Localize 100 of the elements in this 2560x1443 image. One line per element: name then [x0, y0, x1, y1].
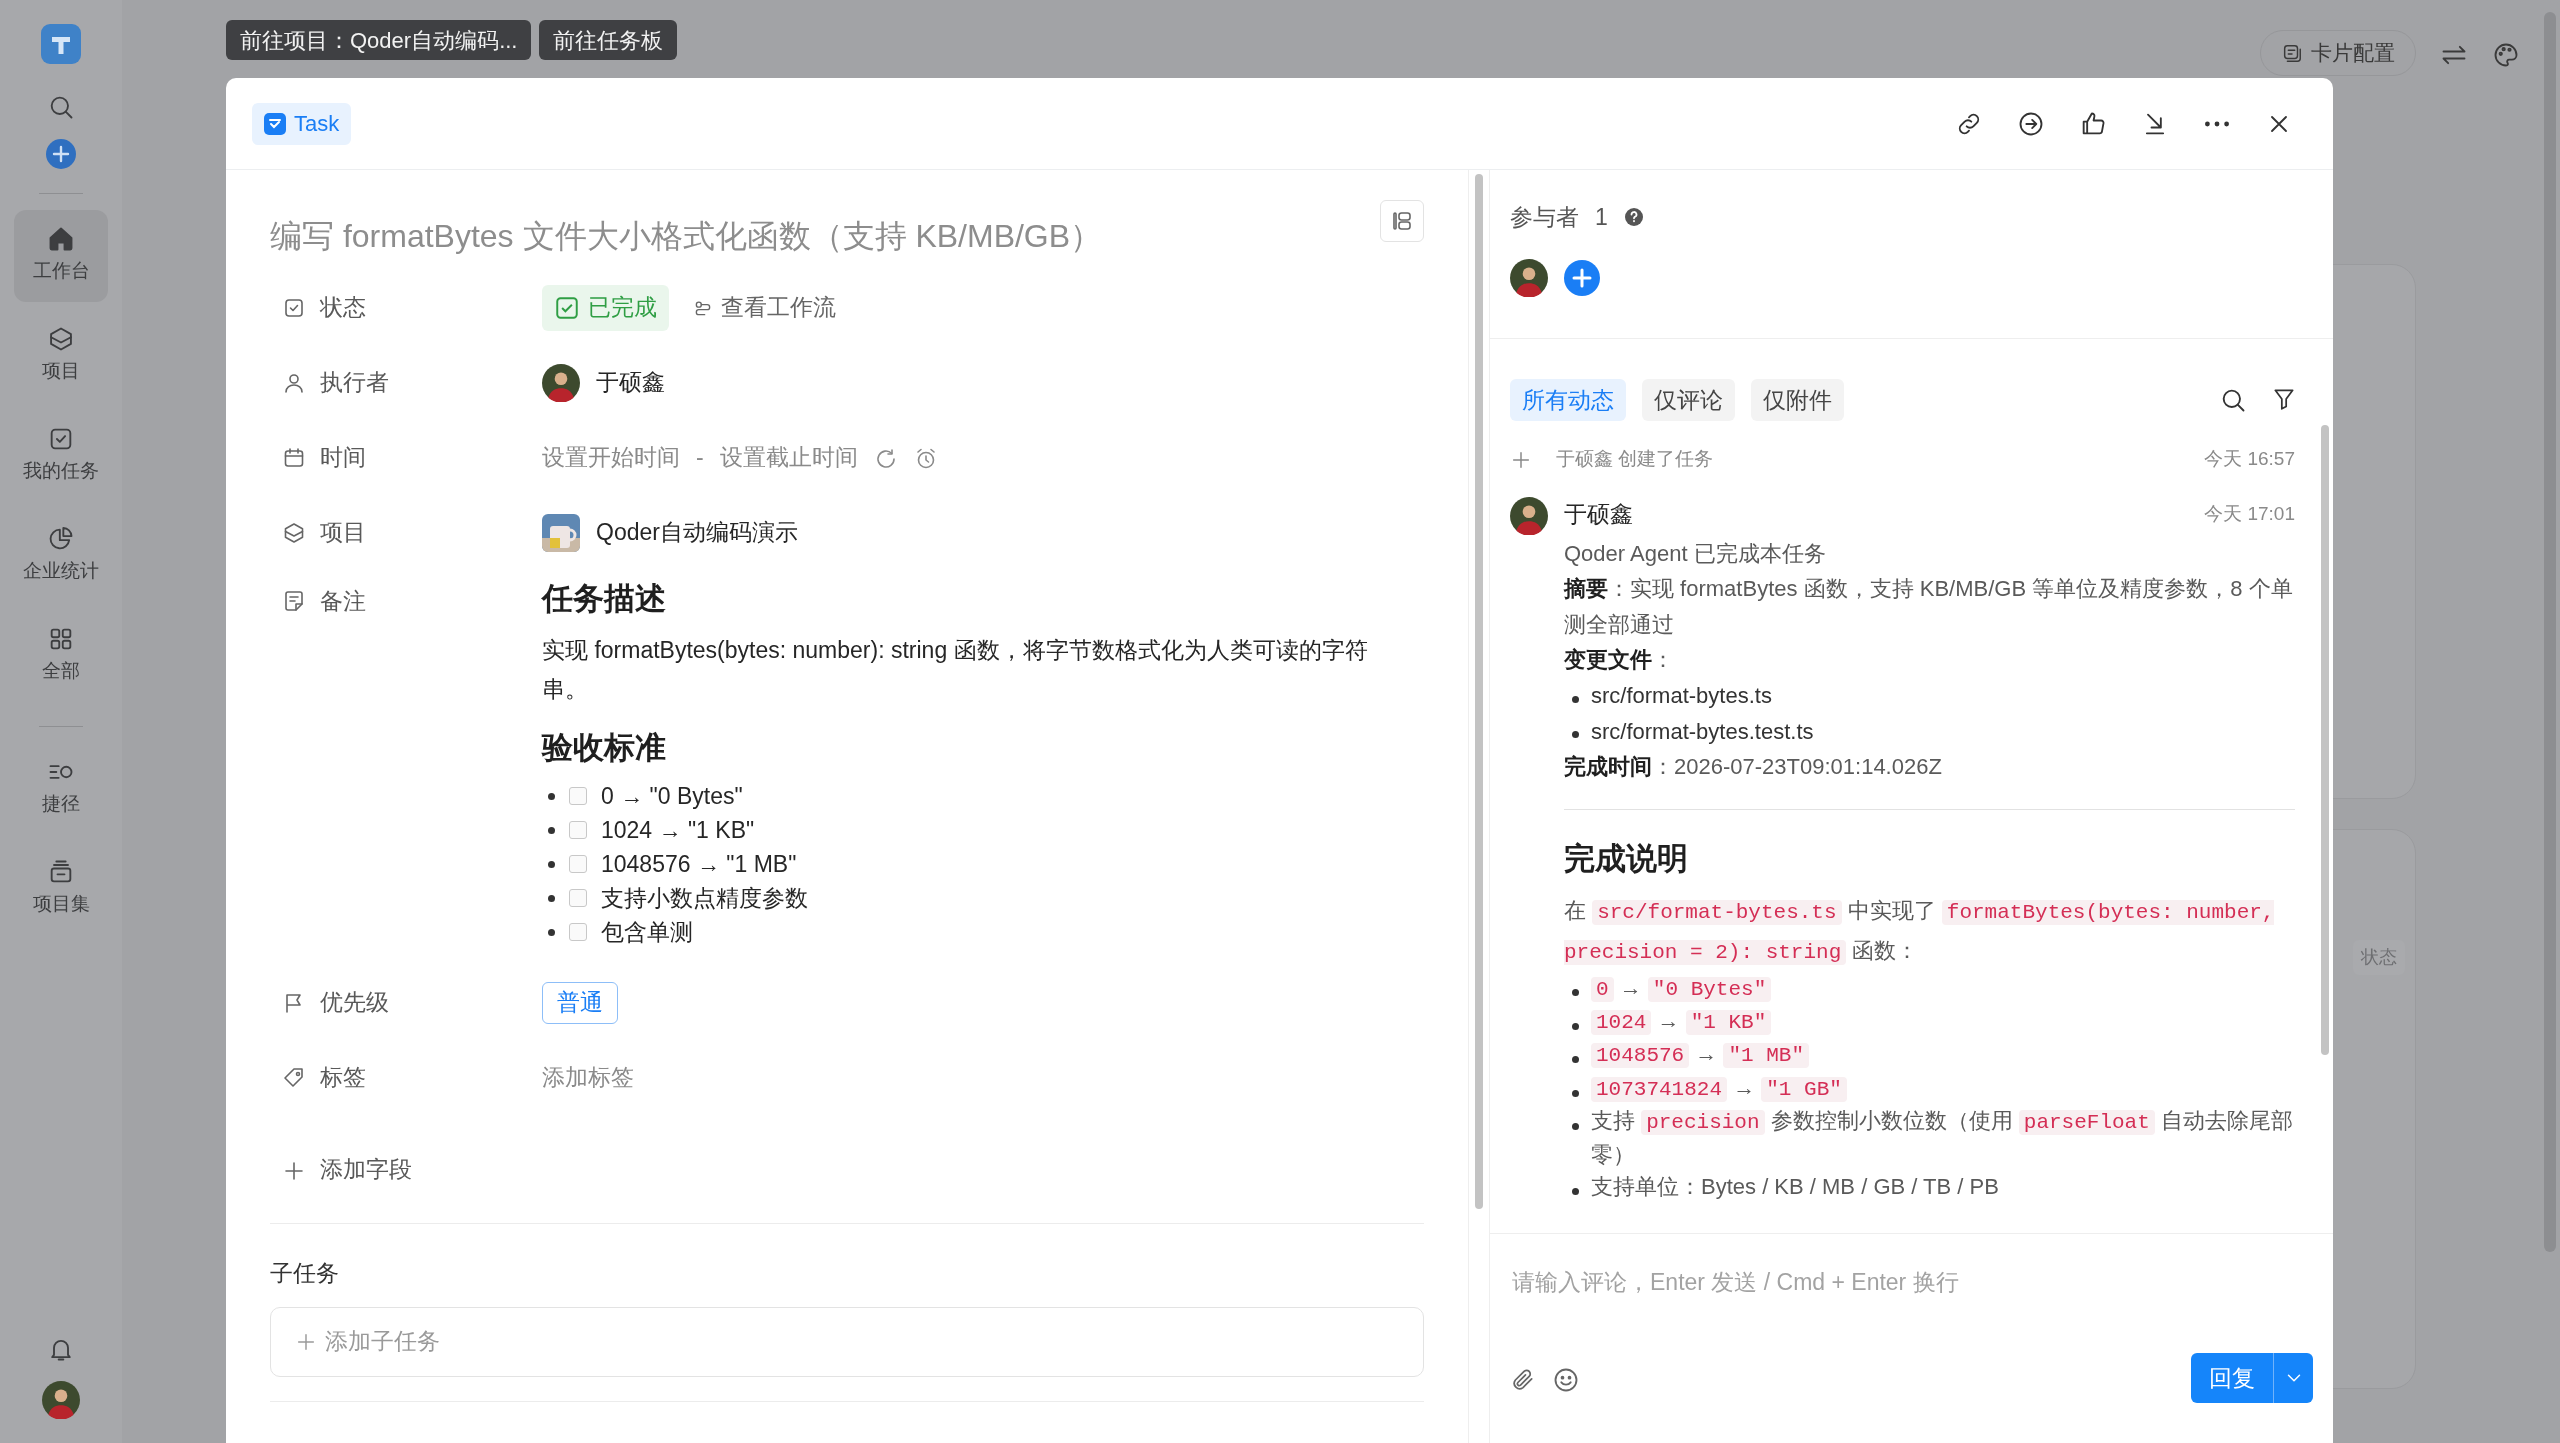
checkbox[interactable]	[569, 923, 587, 942]
checkbox[interactable]	[569, 855, 587, 874]
sidebar-item[interactable]: 全部	[14, 609, 108, 702]
add-subtask-button[interactable]: 添加子任务	[270, 1306, 1424, 1377]
checklist-item: 支持小数点精度参数	[601, 883, 808, 913]
add-icon[interactable]	[46, 138, 76, 169]
add-tag-link[interactable]: 添加标签	[542, 1060, 634, 1095]
field-label: 标签	[320, 1063, 366, 1093]
comment-input[interactable]: 请输入评论，Enter 发送 / Cmd + Enter 换行	[1510, 1264, 2313, 1301]
timestamp: 今天 16:57	[2204, 446, 2295, 471]
checkbox[interactable]	[569, 889, 587, 908]
tag-icon	[282, 1065, 306, 1090]
help-icon	[1623, 207, 1644, 228]
card-icon	[2281, 42, 2303, 64]
status-button[interactable]: 已完成	[542, 284, 669, 331]
assignee-name: 于硕鑫	[596, 368, 665, 398]
field-label: 时间	[320, 443, 366, 473]
comment-text: 在 src/format-bytes.ts 中实现了 formatBytes(bytes: number, precision = 2): string 函数：	[1564, 897, 2276, 967]
bullet	[1572, 1089, 1579, 1097]
comment-text: Qoder Agent 已完成本任务	[1564, 539, 1827, 568]
layout-icon	[1390, 209, 1414, 233]
sidebar-item[interactable]: 企业统计	[14, 509, 108, 602]
list-item: 支持单位：Bytes / KB / MB / GB / TB / PB	[1591, 1172, 1999, 1201]
bullet	[548, 826, 555, 834]
bullet	[1572, 1056, 1579, 1064]
project-name[interactable]: Qoder自动编码演示	[596, 515, 798, 550]
sidebar-item[interactable]: 捷径	[14, 742, 108, 835]
comment-text: 完成时间：2026-07-23T09:01:14.026Z	[1564, 753, 1943, 782]
field-label: 状态	[320, 293, 366, 323]
checklist-item: 1048576 → "1 MB"	[601, 849, 797, 879]
sidebar-item[interactable]: 我的任务	[14, 409, 108, 502]
list-item: 1048576 → "1 MB"	[1591, 1038, 1810, 1072]
field-label: 优先级	[320, 988, 389, 1018]
nav-button[interactable]: 前往任务板	[539, 20, 678, 60]
add-field-link[interactable]: 添加字段	[320, 1151, 412, 1187]
filter-tab[interactable]: 仅评论	[1642, 379, 1735, 421]
sidebar-item[interactable]: 工作台	[14, 209, 108, 302]
separator: -	[696, 443, 704, 473]
workflow-link[interactable]: 查看工作流	[693, 290, 836, 325]
avatar	[1510, 258, 1548, 297]
bullet	[1572, 1022, 1579, 1030]
scrollbar-thumb[interactable]	[1475, 174, 1483, 1209]
reply-button[interactable]: 回复	[2191, 1353, 2273, 1403]
nav-button[interactable]: 前往项目：Qoder自动编码...	[226, 20, 532, 60]
app-logo[interactable]	[41, 24, 81, 64]
task-type-chip[interactable]: Task	[252, 102, 352, 145]
file-path: src/format-bytes.test.ts	[1591, 717, 1814, 746]
note-icon	[282, 589, 306, 614]
start-time-link[interactable]: 设置开始时间	[542, 440, 680, 475]
checkbox-icon	[554, 294, 580, 321]
filter-icon	[2271, 386, 2297, 412]
checkbox[interactable]	[569, 787, 587, 806]
add-participant-icon[interactable]	[1564, 259, 1600, 296]
activity-text: 于硕鑫 创建了任务	[1556, 446, 1714, 471]
comment-text: 摘要：实现 formatBytes 函数，支持 KB/MB/GB 等单位及精度参数，8 个单测全部通过	[1564, 575, 2294, 639]
bullet	[1572, 1122, 1579, 1130]
avatar	[542, 363, 580, 402]
sidebar-item[interactable]: 项目	[14, 309, 108, 402]
avatar	[42, 1381, 80, 1419]
due-time-link[interactable]: 设置截止时间	[719, 440, 858, 475]
list-item: 1073741824 → "1 GB"	[1591, 1071, 1847, 1106]
field-label: 项目	[320, 518, 366, 548]
timestamp: 今天 17:01	[2204, 502, 2295, 526]
bullet	[1572, 1188, 1579, 1196]
checkbox[interactable]	[569, 821, 587, 840]
list-item: 1024 → "1 KB"	[1591, 1005, 1772, 1039]
bullet	[1572, 695, 1579, 703]
bullet	[548, 928, 555, 936]
priority-button[interactable]: 普通	[542, 981, 618, 1024]
heading: 完成说明	[1564, 839, 1689, 878]
checklist-item: 包含单测	[601, 917, 693, 947]
task-icon	[264, 112, 286, 135]
reply-options-button[interactable]	[2273, 1353, 2313, 1403]
filter-tab[interactable]: 仅附件	[1751, 379, 1844, 421]
heading: 任务描述	[542, 580, 667, 618]
checklist-item: 0 → "0 Bytes"	[601, 781, 743, 811]
heading: 验收标准	[542, 728, 667, 767]
sidebar-item[interactable]: 项目集	[14, 842, 108, 935]
field-label: 执行者	[320, 368, 389, 398]
task-title: 编写 formatBytes 文件大小格式化函数（支持 KB/MB/GB）	[270, 217, 1103, 256]
field-label: 备注	[320, 587, 366, 616]
participants-count: 1	[1595, 203, 1608, 232]
file-path: src/format-bytes.ts	[1591, 682, 1772, 710]
layers-icon	[282, 520, 306, 545]
section-title: 子任务	[270, 1259, 340, 1289]
scrollbar-thumb[interactable]	[2321, 425, 2329, 1055]
list-item: 支持 precision 参数控制小数位数（使用 parseFloat 自动去除尾部零）	[1591, 1107, 2294, 1169]
comment-text: 变更文件：	[1564, 646, 1675, 675]
bullet	[548, 894, 555, 902]
filter-tab[interactable]: 所有动态	[1510, 379, 1626, 421]
author-name: 于硕鑫	[1564, 500, 1633, 529]
bullet	[548, 860, 555, 868]
checklist-item: 1024 → "1 KB"	[601, 815, 755, 845]
bullet	[1572, 731, 1579, 739]
more-icon	[2204, 120, 2230, 127]
description-text: 实现 formatBytes(bytes: number): string 函数，将字节数格式化为人类可读的字符串。	[542, 635, 1369, 704]
calendar-icon	[282, 445, 306, 470]
bullet	[548, 792, 555, 800]
participants-label: 参与者	[1510, 203, 1579, 232]
layout-button[interactable]	[1380, 200, 1424, 242]
